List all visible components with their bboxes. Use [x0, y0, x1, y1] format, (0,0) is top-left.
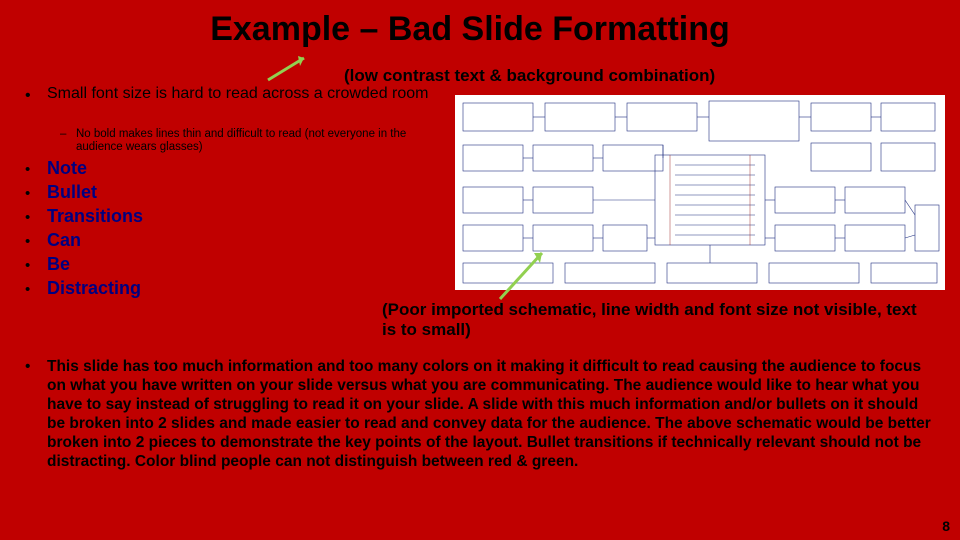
- sub-bullet-no-bold: – No bold makes lines thin and difficult…: [60, 128, 450, 154]
- page-number: 8: [942, 518, 950, 534]
- list-item: •Bullet: [25, 182, 143, 203]
- distracting-list: •Note •Bullet •Transitions •Can •Be •Dis…: [25, 158, 143, 302]
- slide-title: Example – Bad Slide Formatting: [160, 0, 780, 49]
- bullet-small-font-text: Small font size is hard to read across a…: [47, 85, 445, 103]
- bullet-dot-icon: •: [25, 358, 30, 377]
- sub-bullet-text: No bold makes lines thin and difficult t…: [76, 128, 450, 154]
- contrast-annotation: (low contrast text & background combinat…: [344, 66, 715, 86]
- list-item: •Distracting: [25, 278, 143, 299]
- schematic-annotation: (Poor imported schematic, line width and…: [382, 300, 922, 341]
- list-item-label: Can: [47, 230, 81, 251]
- list-item-label: Bullet: [47, 182, 97, 203]
- paragraph-bullet: • This slide has too much information an…: [25, 358, 935, 471]
- bullet-dot-icon: •: [25, 185, 47, 202]
- list-item: •Note: [25, 158, 143, 179]
- list-item-label: Distracting: [47, 278, 141, 299]
- list-item-label: Transitions: [47, 206, 143, 227]
- list-item: •Be: [25, 254, 143, 275]
- bullet-dot-icon: •: [25, 281, 47, 298]
- list-item-label: Note: [47, 158, 87, 179]
- bullet-dot-icon: •: [25, 209, 47, 226]
- bullet-dot-icon: •: [25, 87, 31, 105]
- list-item-label: Be: [47, 254, 70, 275]
- list-item: •Can: [25, 230, 143, 251]
- dash-icon: –: [60, 128, 66, 141]
- list-item: •Transitions: [25, 206, 143, 227]
- bullet-small-font: • Small font size is hard to read across…: [25, 85, 445, 103]
- bullet-dot-icon: •: [25, 257, 47, 274]
- bullet-dot-icon: •: [25, 161, 47, 178]
- arrow-to-title-icon: [260, 52, 320, 82]
- arrow-to-schematic-icon: [490, 245, 560, 305]
- bullet-dot-icon: •: [25, 233, 47, 250]
- paragraph-text: This slide has too much information and …: [47, 358, 935, 471]
